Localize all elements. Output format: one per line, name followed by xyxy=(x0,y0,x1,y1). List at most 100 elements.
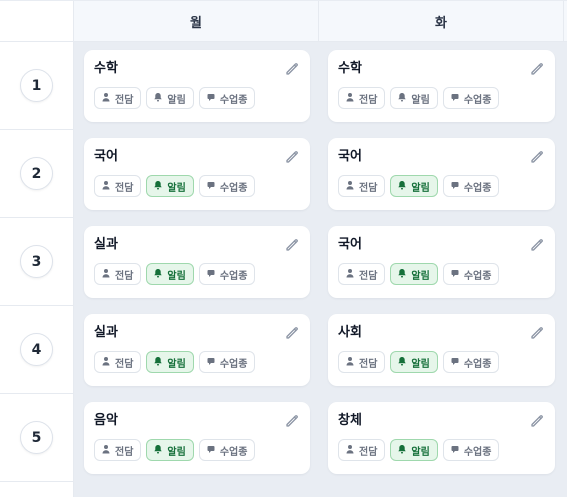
homeroom-toggle[interactable]: 전담 xyxy=(338,263,386,285)
chat-icon xyxy=(206,444,220,457)
pencil-icon[interactable] xyxy=(284,61,300,77)
class-type-toggle[interactable]: 수업종 xyxy=(442,351,500,373)
subject-name: 국어 xyxy=(338,149,362,164)
person-icon xyxy=(345,356,359,369)
timetable-cell: 사회 전담 알림 수업종 xyxy=(319,306,564,394)
homeroom-label: 전담 xyxy=(359,446,378,458)
alarm-toggle[interactable]: 알림 xyxy=(146,439,194,461)
alarm-toggle[interactable]: 알림 xyxy=(390,263,438,285)
class-card[interactable]: 국어 전담 알림 수업종 xyxy=(84,138,310,210)
subject-name: 음악 xyxy=(94,413,118,428)
class-type-toggle[interactable]: 수업종 xyxy=(198,439,256,461)
class-card[interactable]: 창체전담 알림 수업종 xyxy=(328,402,555,474)
class-type-toggle[interactable]: 수업종 xyxy=(198,263,256,285)
bell-icon xyxy=(153,356,167,369)
period-label: 4 xyxy=(0,306,74,394)
alarm-label: 알림 xyxy=(411,446,430,458)
alarm-toggle[interactable]: 알림 xyxy=(390,175,438,197)
class-card[interactable]: 국어 전담 알림 수업종 xyxy=(328,226,555,298)
day-header-tue: 화 xyxy=(319,1,564,42)
alarm-toggle[interactable]: 알림 xyxy=(390,439,438,461)
homeroom-toggle[interactable]: 전담 xyxy=(94,351,142,373)
alarm-toggle[interactable]: 알림 xyxy=(390,87,438,109)
timetable-cell: 국어 전담 알림 수업종 xyxy=(319,218,564,306)
class-type-toggle[interactable]: 수업종 xyxy=(198,351,256,373)
alarm-label: 알림 xyxy=(167,182,186,194)
pencil-icon[interactable] xyxy=(529,413,545,429)
person-icon xyxy=(101,180,115,193)
class-card[interactable]: 국어전담 알림 수업종 xyxy=(328,138,555,210)
homeroom-label: 전담 xyxy=(359,358,378,370)
chip-group: 전담 알림 수업종 xyxy=(94,351,300,373)
homeroom-toggle[interactable]: 전담 xyxy=(338,175,386,197)
subject-name: 수학 xyxy=(94,61,118,76)
period-label: 1 xyxy=(0,42,74,130)
period-number: 3 xyxy=(20,245,53,278)
pencil-icon[interactable] xyxy=(284,413,300,429)
chip-group: 전담 알림 수업종 xyxy=(338,175,545,197)
bottom-row-cell xyxy=(74,482,319,497)
person-icon xyxy=(101,92,115,105)
subject-name: 창체 xyxy=(338,413,362,428)
chip-group: 전담 알림 수업종 xyxy=(94,175,300,197)
timetable-cell: 음악전담 알림 수업종 xyxy=(74,394,319,482)
pencil-icon[interactable] xyxy=(529,237,545,253)
class-type-toggle[interactable]: 수업종 xyxy=(442,87,500,109)
pencil-icon[interactable] xyxy=(284,237,300,253)
homeroom-toggle[interactable]: 전담 xyxy=(94,175,142,197)
person-icon xyxy=(101,356,115,369)
alarm-label: 알림 xyxy=(411,358,430,370)
pencil-icon[interactable] xyxy=(529,325,545,341)
homeroom-toggle[interactable]: 전담 xyxy=(94,263,142,285)
pencil-icon[interactable] xyxy=(529,149,545,165)
bell-icon xyxy=(153,180,167,193)
header-corner xyxy=(0,1,74,42)
class-card[interactable]: 실과 전담 알림 수업종 xyxy=(84,314,310,386)
subject-name: 수학 xyxy=(338,61,362,76)
alarm-toggle[interactable]: 알림 xyxy=(146,263,194,285)
bottom-row-cell xyxy=(0,482,74,497)
bell-icon xyxy=(397,444,411,457)
alarm-label: 알림 xyxy=(167,94,186,106)
homeroom-toggle[interactable]: 전담 xyxy=(94,439,142,461)
homeroom-label: 전담 xyxy=(115,358,134,370)
chat-icon xyxy=(206,180,220,193)
class-type-toggle[interactable]: 수업종 xyxy=(198,175,256,197)
bell-icon xyxy=(153,444,167,457)
pencil-icon[interactable] xyxy=(529,61,545,77)
class-type-toggle[interactable]: 수업종 xyxy=(198,87,256,109)
timetable-grid: 월 화 1 수학 전담 알림 수업종 수학 전담 알림 수업종 2 국어 전담 알림 수업종 국어 전담 알림 수… xyxy=(0,0,567,497)
bell-icon xyxy=(153,92,167,105)
class-type-label: 수업종 xyxy=(219,270,248,282)
homeroom-toggle[interactable]: 전담 xyxy=(338,439,386,461)
alarm-toggle[interactable]: 알림 xyxy=(146,351,194,373)
class-card[interactable]: 수학전담 알림 수업종 xyxy=(328,50,555,122)
alarm-toggle[interactable]: 알림 xyxy=(390,351,438,373)
person-icon xyxy=(345,444,359,457)
class-card[interactable]: 음악전담 알림 수업종 xyxy=(84,402,310,474)
period-label: 3 xyxy=(0,218,74,306)
alarm-label: 알림 xyxy=(167,446,186,458)
chip-group: 전담 알림 수업종 xyxy=(338,263,545,285)
pencil-icon[interactable] xyxy=(284,325,300,341)
class-type-label: 수업종 xyxy=(463,270,492,282)
homeroom-toggle[interactable]: 전담 xyxy=(338,87,386,109)
class-type-toggle[interactable]: 수업종 xyxy=(442,263,500,285)
chat-icon xyxy=(206,356,220,369)
homeroom-toggle[interactable]: 전담 xyxy=(338,351,386,373)
class-card[interactable]: 수학전담 알림 수업종 xyxy=(84,50,310,122)
chip-group: 전담 알림 수업종 xyxy=(94,263,300,285)
class-type-toggle[interactable]: 수업종 xyxy=(442,175,500,197)
homeroom-label: 전담 xyxy=(359,94,378,106)
homeroom-label: 전담 xyxy=(115,270,134,282)
alarm-toggle[interactable]: 알림 xyxy=(146,175,194,197)
person-icon xyxy=(345,268,359,281)
class-type-toggle[interactable]: 수업종 xyxy=(442,439,500,461)
alarm-toggle[interactable]: 알림 xyxy=(146,87,194,109)
class-card[interactable]: 사회 전담 알림 수업종 xyxy=(328,314,555,386)
class-card[interactable]: 실과 전담 알림 수업종 xyxy=(84,226,310,298)
homeroom-toggle[interactable]: 전담 xyxy=(94,87,142,109)
chip-group: 전담 알림 수업종 xyxy=(94,87,300,109)
timetable-cell: 실과 전담 알림 수업종 xyxy=(74,218,319,306)
pencil-icon[interactable] xyxy=(284,149,300,165)
